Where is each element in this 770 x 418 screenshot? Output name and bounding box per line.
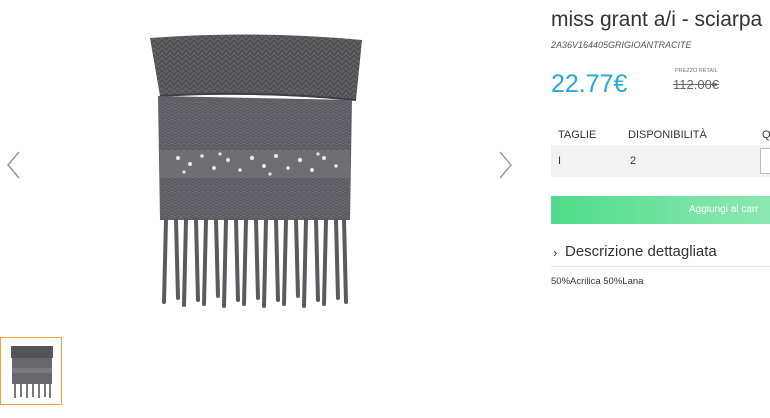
availability-cell: 2 <box>630 155 637 167</box>
prev-image-button[interactable] <box>4 150 24 180</box>
description-toggle[interactable]: › Descrizione dettagliata <box>551 240 770 267</box>
header-quantity: Q <box>762 129 770 141</box>
chevron-right-icon <box>499 151 512 179</box>
description-heading: Descrizione dettagliata <box>565 243 717 260</box>
next-image-button[interactable] <box>495 150 515 180</box>
product-gallery <box>0 0 530 418</box>
size-cell: I <box>558 155 562 167</box>
product-sku: 2A36V164405GRIGIOANTRACITE <box>551 40 692 50</box>
header-disponibilita: DISPONIBILITÀ <box>628 129 707 141</box>
retail-price: 112.00€ <box>673 77 720 92</box>
add-to-cart-button[interactable]: Aggiungi al carr <box>551 196 770 224</box>
header-taglie: TAGLIE <box>558 129 597 141</box>
product-title: miss grant a/i - sciarpa <box>551 8 763 31</box>
composition-text: 50%Acrilica 50%Lana <box>551 276 644 287</box>
thumbnail-1[interactable] <box>0 337 62 405</box>
quantity-input[interactable] <box>760 148 770 174</box>
retail-price-label: PREZZO RETAIL <box>675 68 718 74</box>
chevron-left-icon <box>7 151 20 179</box>
chevron-right-icon: › <box>553 245 558 260</box>
product-price: 22.77€ <box>551 70 628 98</box>
product-info: miss grant a/i - sciarpa 2A36V164405GRIG… <box>551 0 770 418</box>
add-to-cart-label: Aggiungi al carr <box>689 204 759 215</box>
product-image <box>130 30 380 315</box>
table-row: I 2 <box>551 145 770 177</box>
